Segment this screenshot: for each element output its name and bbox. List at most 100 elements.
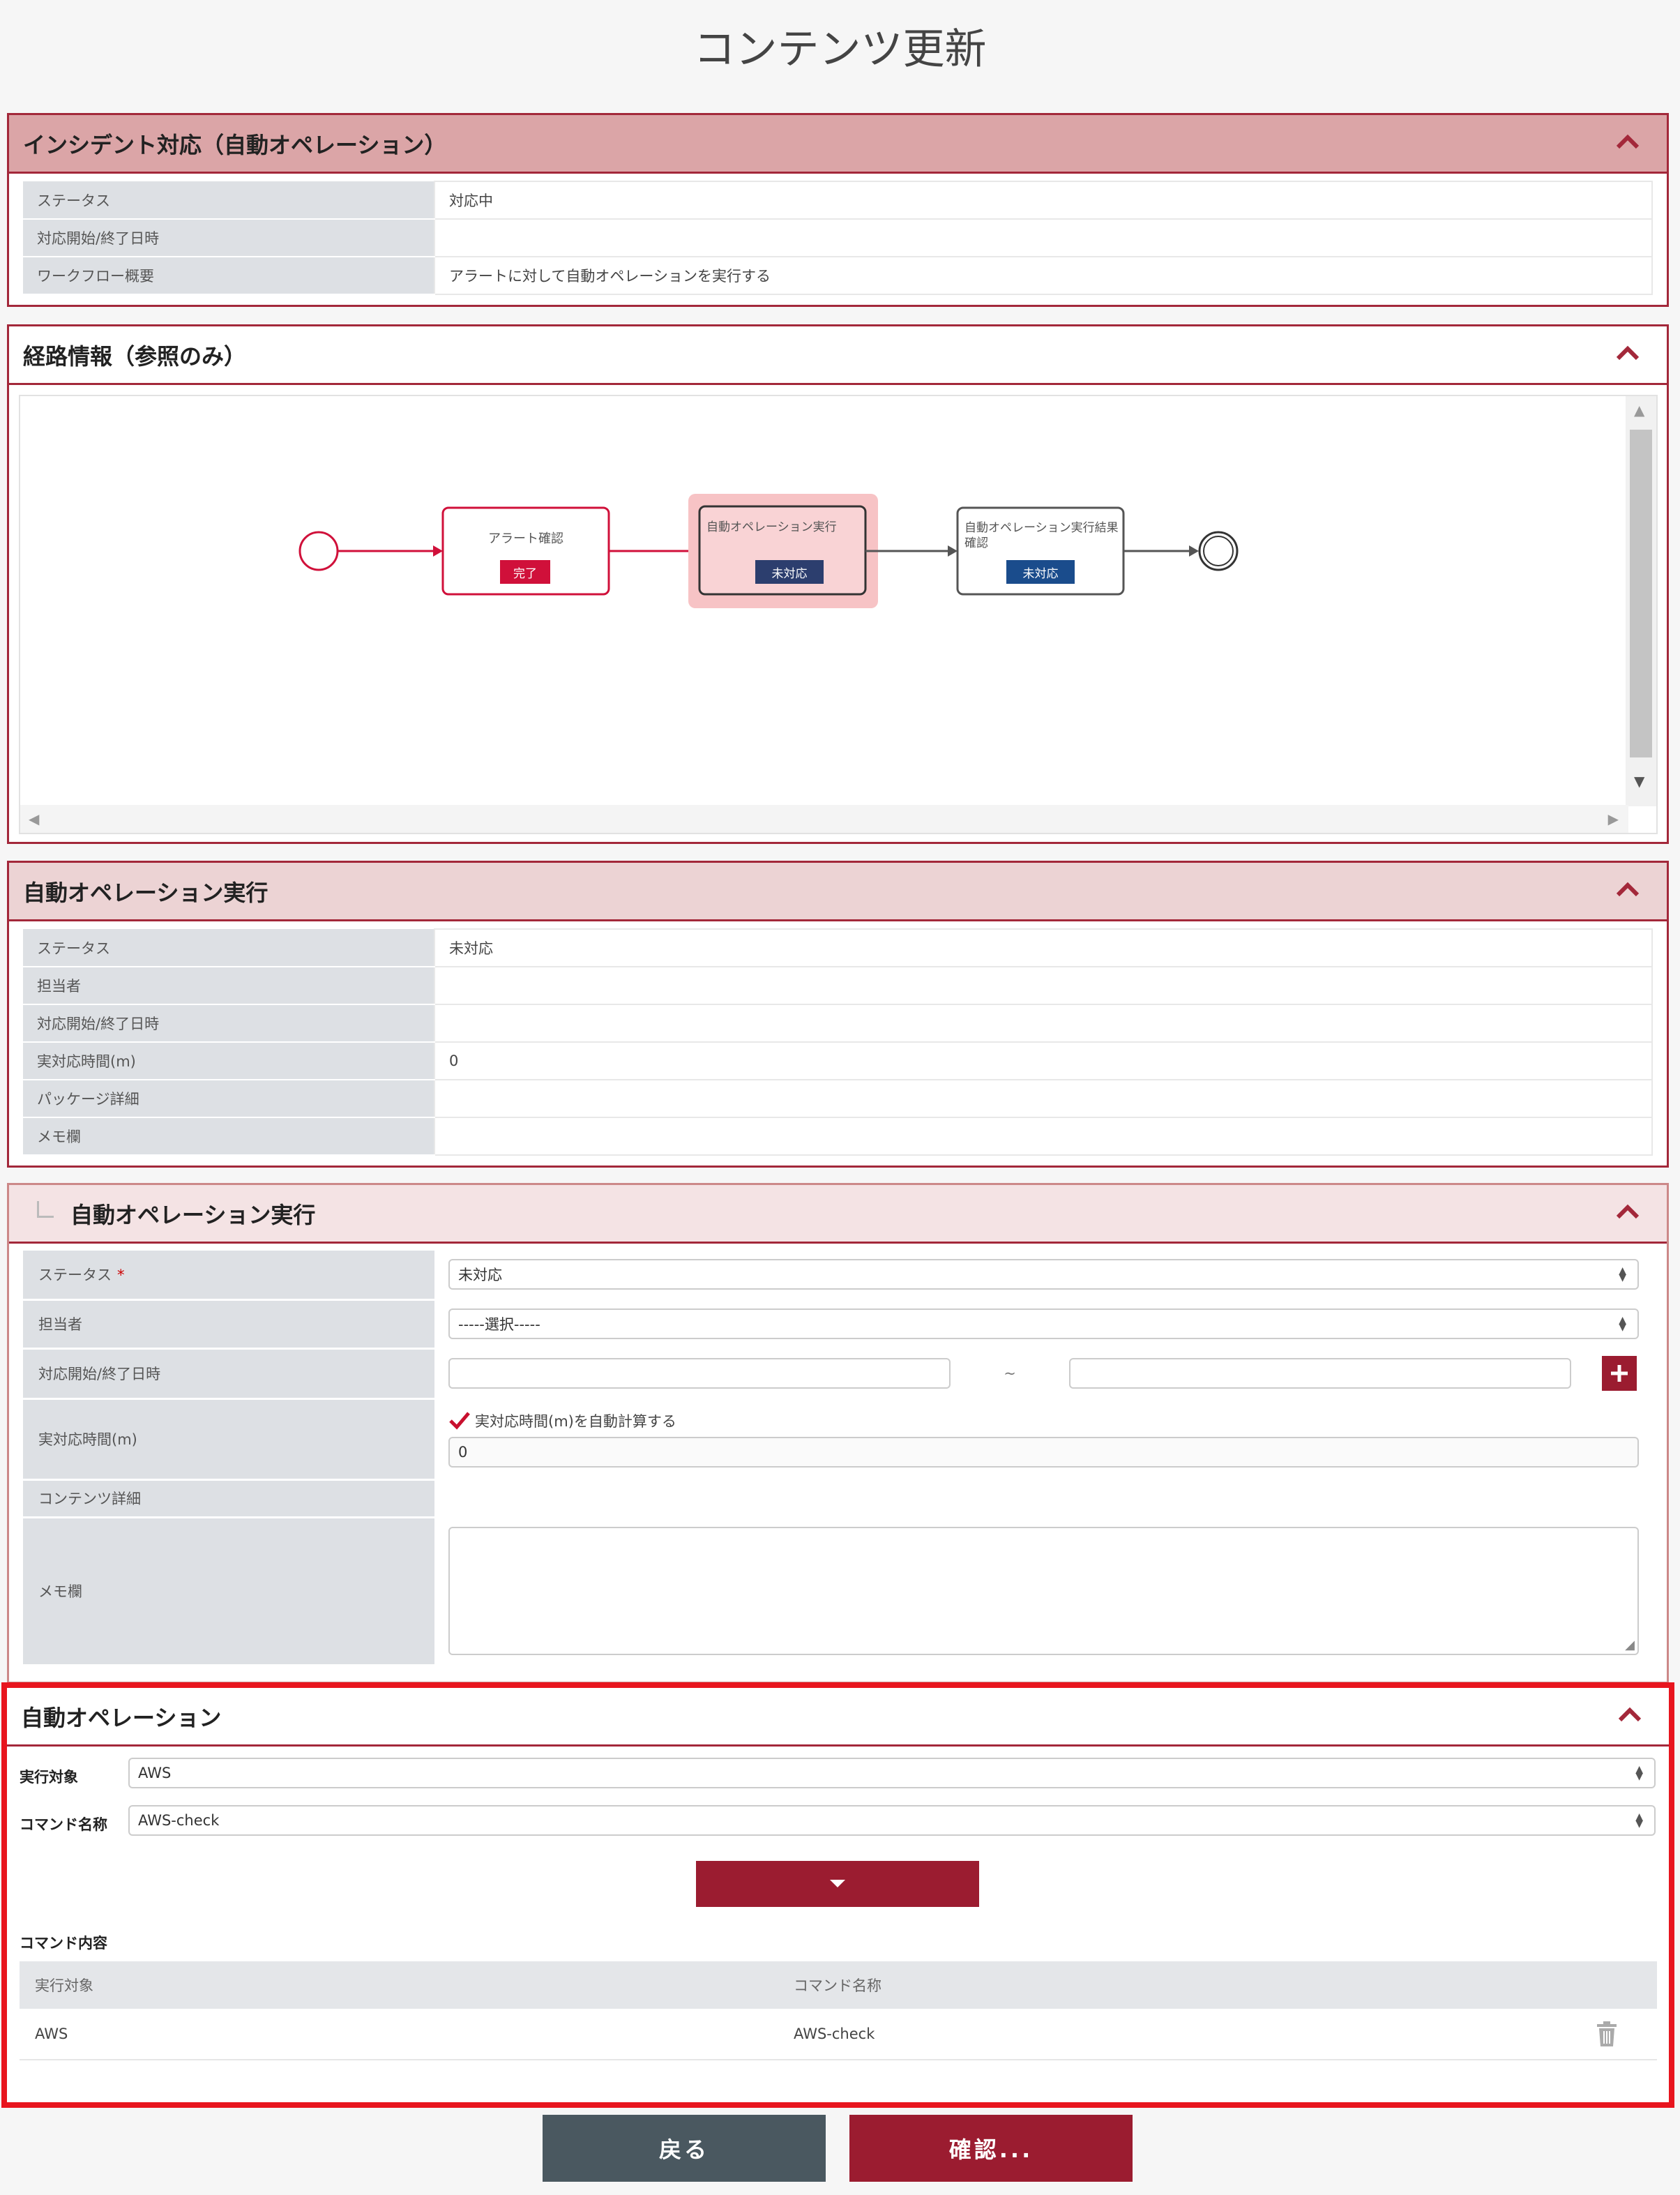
- row-key: パッケージ詳細: [23, 1080, 434, 1118]
- exec-form-header[interactable]: 自動オペレーション実行: [9, 1185, 1667, 1244]
- chevron-up-icon[interactable]: [1614, 1198, 1642, 1225]
- target-select[interactable]: AWS ▲ ▼: [128, 1758, 1656, 1788]
- scrollbar-thumb[interactable]: [1630, 430, 1652, 757]
- table-row: パッケージ詳細: [23, 1079, 1653, 1118]
- incident-panel: インシデント対応（自動オペレーション） ステータス 対応中 対応開始/終了日時 ワ…: [7, 113, 1669, 307]
- table-row: ステータス 対応中: [23, 181, 1653, 220]
- table-row: 対応開始/終了日時: [23, 1004, 1653, 1043]
- caret-down-icon: [830, 1880, 845, 1887]
- start-event: [298, 531, 339, 571]
- table-header-row: 実行対象 コマンド名称: [20, 1961, 1657, 2009]
- auto-op-panel: 自動オペレーション 実行対象 AWS ▲ ▼ コマンド名称 AWS-check ▲ ▼ …: [1, 1682, 1674, 2108]
- chevron-up-icon[interactable]: [1614, 128, 1642, 156]
- command-label: コマンド名称: [20, 1816, 107, 1833]
- exec-info-title: 自動オペレーション実行: [23, 879, 268, 906]
- status-select[interactable]: 未対応 ▲ ▼: [448, 1259, 1639, 1290]
- select-arrows-icon: ▲ ▼: [1619, 1315, 1626, 1333]
- route-panel: 経路情報（参照のみ） アラート確認 完了 自動オペレーション実行 未対応 自動オ…: [7, 324, 1669, 844]
- table-row: ステータス 未対応: [23, 928, 1653, 967]
- command-select-value: AWS-check: [138, 1812, 220, 1829]
- end-datetime-input[interactable]: [1069, 1358, 1571, 1389]
- row-value: [434, 966, 1653, 1005]
- scroll-up-icon[interactable]: ▲: [1634, 402, 1644, 418]
- incident-title: インシデント対応（自動オペレーション）: [23, 131, 447, 158]
- scroll-down-icon[interactable]: ▼: [1634, 773, 1644, 790]
- horizontal-scrollbar[interactable]: ◀ ▶: [20, 805, 1628, 833]
- datetime-separator: ~: [1004, 1365, 1016, 1382]
- trash-icon[interactable]: [1596, 2021, 1618, 2046]
- row-value: アラートに対して自動オペレーションを実行する: [434, 256, 1653, 295]
- flow-node-label: 自動オペレーション実行: [706, 520, 837, 534]
- resize-handle-icon[interactable]: ◢: [1625, 1638, 1635, 1652]
- status-label: ステータス: [38, 1267, 112, 1284]
- memo-label: メモ欄: [23, 1517, 434, 1666]
- incident-table: ステータス 対応中 対応開始/終了日時 ワークフロー概要 アラートに対して自動オペレ…: [23, 181, 1653, 295]
- exec-form-panel: 自動オペレーション実行 ステータス * 未対応 ▲ ▼ 担当者 -----選択----…: [7, 1183, 1669, 1684]
- command-content-label: コマンド内容: [20, 1935, 107, 1952]
- table-row: メモ欄: [23, 1117, 1653, 1156]
- required-mark: *: [117, 1267, 125, 1284]
- arrow-head: [948, 545, 958, 557]
- target-label: 実行対象: [20, 1769, 78, 1786]
- command-select[interactable]: AWS-check ▲ ▼: [128, 1805, 1656, 1836]
- row-key: 対応開始/終了日時: [23, 1004, 434, 1043]
- add-command-button[interactable]: [696, 1861, 979, 1907]
- target-select-value: AWS: [138, 1765, 172, 1781]
- checkmark-icon: [449, 1412, 470, 1430]
- scroll-right-icon[interactable]: ▶: [1608, 810, 1619, 827]
- scroll-left-icon[interactable]: ◀: [29, 810, 39, 827]
- form-row-content: コンテンツ詳細: [23, 1479, 1653, 1518]
- incident-header[interactable]: インシデント対応（自動オペレーション）: [9, 115, 1667, 174]
- row-key: 実対応時間(m): [23, 1042, 434, 1080]
- select-arrows-icon: ▲ ▼: [1619, 1265, 1626, 1284]
- assignee-select[interactable]: -----選択----- ▲ ▼: [448, 1308, 1639, 1339]
- flow-diagram[interactable]: アラート確認 完了 自動オペレーション実行 未対応 自動オペレーション実行結果確…: [19, 395, 1658, 834]
- auto-calc-checkbox[interactable]: 実対応時間(m)を自動計算する: [448, 1410, 1639, 1431]
- row-value: [434, 1004, 1653, 1043]
- start-datetime-input[interactable]: [448, 1358, 951, 1389]
- sub-level-icon: [37, 1200, 54, 1218]
- table-row: AWS AWS-check: [20, 2009, 1657, 2060]
- row-value: 未対応: [434, 928, 1653, 967]
- assignee-select-value: -----選択-----: [458, 1316, 540, 1333]
- route-header[interactable]: 経路情報（参照のみ）: [9, 326, 1667, 385]
- chevron-up-icon[interactable]: [1614, 339, 1642, 367]
- flow-canvas: [298, 494, 1239, 608]
- row-key: 担当者: [23, 967, 434, 1005]
- flow-node-label: 自動オペレーション実行結果確認: [964, 521, 1119, 550]
- time-input-value: 0: [458, 1444, 468, 1461]
- assignee-label: 担当者: [23, 1299, 434, 1350]
- page-title: コンテンツ更新: [693, 25, 987, 74]
- row-value: [434, 1117, 1653, 1156]
- add-datetime-button[interactable]: [1602, 1356, 1637, 1391]
- row-value: 対応中: [434, 181, 1653, 220]
- arrow-head: [433, 545, 443, 557]
- chevron-up-icon[interactable]: [1616, 1700, 1644, 1728]
- exec-form-table: ステータス * 未対応 ▲ ▼ 担当者 -----選択----- ▲ ▼ 対応開始/終了日…: [23, 1251, 1653, 1666]
- table-row: 担当者: [23, 966, 1653, 1005]
- column-header: コマンド名称: [794, 1977, 881, 1994]
- status-badge: 未対応: [1006, 560, 1075, 584]
- row-key: メモ欄: [23, 1117, 434, 1156]
- exec-info-panel: 自動オペレーション実行 ステータス 未対応 担当者 対応開始/終了日時 実対応時間…: [7, 861, 1669, 1168]
- vertical-scrollbar[interactable]: ▲ ▼: [1626, 396, 1656, 806]
- status-select-value: 未対応: [458, 1267, 502, 1284]
- plus-icon: [1611, 1365, 1628, 1382]
- row-key: ステータス: [23, 181, 434, 220]
- row-key: ワークフロー概要: [23, 257, 434, 295]
- exec-info-header[interactable]: 自動オペレーション実行: [9, 863, 1667, 921]
- row-key: ステータス: [23, 929, 434, 967]
- table-row: 対応開始/終了日時: [23, 218, 1653, 257]
- datetime-label: 対応開始/終了日時: [23, 1348, 434, 1400]
- chevron-up-icon[interactable]: [1614, 875, 1642, 903]
- table-row: ワークフロー概要 アラートに対して自動オペレーションを実行する: [23, 256, 1653, 295]
- confirm-button[interactable]: 確認...: [849, 2115, 1133, 2182]
- time-input[interactable]: 0: [448, 1437, 1639, 1468]
- back-button[interactable]: 戻る: [543, 2115, 826, 2182]
- memo-textarea[interactable]: ◢: [448, 1527, 1639, 1655]
- status-badge: 未対応: [755, 560, 824, 584]
- form-row-status: ステータス * 未対応 ▲ ▼: [23, 1251, 1653, 1301]
- auto-op-header[interactable]: 自動オペレーション: [7, 1688, 1669, 1747]
- exec-form-title: 自動オペレーション実行: [70, 1201, 316, 1228]
- arrow-head: [1189, 545, 1199, 557]
